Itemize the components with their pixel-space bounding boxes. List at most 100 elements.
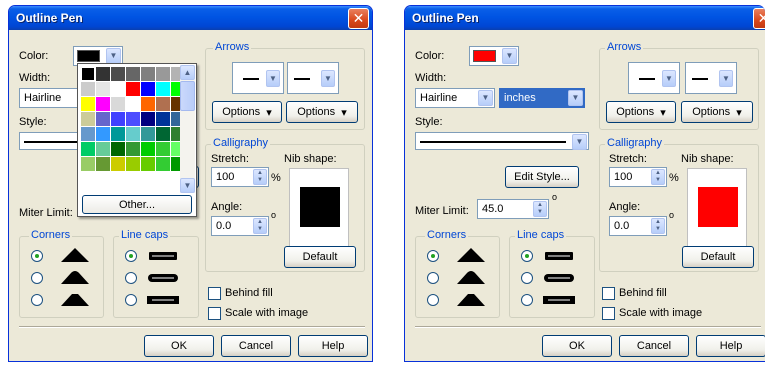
palette-swatch[interactable]: [156, 67, 170, 81]
spinner-icon[interactable]: ▲ ▼: [651, 169, 665, 185]
help-button[interactable]: Help: [298, 335, 368, 357]
cap-square-radio[interactable]: [125, 294, 137, 306]
palette-swatch[interactable]: [126, 97, 140, 111]
palette-swatch[interactable]: [96, 67, 110, 81]
palette-swatch[interactable]: [81, 127, 95, 141]
corner-bevel-radio[interactable]: [31, 294, 43, 306]
end-arrow-options-button[interactable]: Options ▾: [286, 101, 358, 123]
palette-swatch[interactable]: [141, 82, 155, 96]
nib-shape-preview[interactable]: [289, 168, 349, 252]
miter-limit-input[interactable]: 45.0 ▲ ▼: [477, 199, 549, 219]
palette-swatch[interactable]: [81, 112, 95, 126]
palette-swatch[interactable]: [111, 142, 125, 156]
default-button[interactable]: Default: [284, 246, 356, 268]
palette-scrollbar[interactable]: ▲ ▼: [180, 65, 195, 193]
title-bar[interactable]: Outline Pen ✕: [405, 6, 765, 30]
palette-swatch[interactable]: [126, 112, 140, 126]
palette-swatch[interactable]: [81, 142, 95, 156]
start-arrow-select[interactable]: ▼: [232, 62, 284, 94]
palette-swatch[interactable]: [156, 142, 170, 156]
palette-swatch[interactable]: [126, 157, 140, 171]
palette-swatch[interactable]: [141, 127, 155, 141]
chevron-down-icon[interactable]: ▼: [106, 48, 121, 64]
end-arrow-select[interactable]: ▼: [287, 62, 339, 94]
corner-round-radio[interactable]: [31, 272, 43, 284]
stretch-input[interactable]: 100 ▲ ▼: [609, 167, 667, 187]
chevron-down-icon[interactable]: ▼: [502, 48, 517, 64]
chevron-down-icon[interactable]: ▼: [719, 70, 733, 87]
ok-button[interactable]: OK: [144, 335, 214, 357]
palette-swatch[interactable]: [96, 97, 110, 111]
corner-round-radio[interactable]: [427, 272, 439, 284]
scroll-thumb[interactable]: [180, 81, 195, 111]
chevron-down-icon[interactable]: ▼: [662, 70, 676, 87]
palette-swatch[interactable]: [141, 97, 155, 111]
spinner-icon[interactable]: ▲ ▼: [651, 218, 665, 234]
close-button[interactable]: ✕: [348, 8, 369, 29]
cap-square-radio[interactable]: [521, 294, 533, 306]
palette-swatch[interactable]: [141, 67, 155, 81]
palette-swatch[interactable]: [156, 127, 170, 141]
palette-swatch[interactable]: [141, 112, 155, 126]
scale-with-image-checkbox[interactable]: [208, 307, 221, 320]
palette-swatch[interactable]: [96, 142, 110, 156]
palette-swatch[interactable]: [81, 82, 95, 96]
cap-butt-radio[interactable]: [125, 250, 137, 262]
palette-swatch[interactable]: [111, 67, 125, 81]
palette-swatch[interactable]: [156, 112, 170, 126]
cancel-button[interactable]: Cancel: [221, 335, 291, 357]
palette-swatch[interactable]: [141, 142, 155, 156]
nib-shape-preview[interactable]: [687, 168, 747, 252]
color-picker[interactable]: ▼: [469, 46, 519, 66]
cap-butt-radio[interactable]: [521, 250, 533, 262]
width-select[interactable]: Hairline: [19, 88, 81, 108]
chevron-down-icon[interactable]: ▼: [321, 70, 335, 87]
palette-swatch[interactable]: [96, 82, 110, 96]
close-button[interactable]: ✕: [753, 8, 765, 29]
end-arrow-select[interactable]: ▼: [685, 62, 737, 94]
start-arrow-options-button[interactable]: Options ▾: [212, 101, 282, 123]
palette-swatch[interactable]: [81, 67, 95, 81]
chevron-down-icon[interactable]: ▼: [478, 90, 493, 106]
spinner-icon[interactable]: ▲ ▼: [253, 169, 267, 185]
cap-round-radio[interactable]: [521, 272, 533, 284]
angle-input[interactable]: 0.0 ▲ ▼: [211, 216, 269, 236]
palette-swatch[interactable]: [126, 82, 140, 96]
edit-style-button[interactable]: Edit Style...: [505, 166, 579, 188]
corner-miter-radio[interactable]: [31, 250, 43, 262]
title-bar[interactable]: Outline Pen ✕: [9, 6, 372, 30]
behind-fill-checkbox[interactable]: [208, 287, 221, 300]
corner-bevel-radio[interactable]: [427, 294, 439, 306]
palette-swatch[interactable]: [111, 82, 125, 96]
palette-swatch[interactable]: [81, 97, 95, 111]
spinner-icon[interactable]: ▲ ▼: [253, 218, 267, 234]
scroll-up-icon[interactable]: ▲: [180, 65, 195, 80]
palette-swatch[interactable]: [126, 67, 140, 81]
palette-swatch[interactable]: [81, 157, 95, 171]
cap-round-radio[interactable]: [125, 272, 137, 284]
width-select[interactable]: Hairline ▼: [415, 88, 495, 108]
scroll-down-icon[interactable]: ▼: [180, 178, 195, 193]
chevron-down-icon[interactable]: ▼: [572, 134, 587, 150]
chevron-down-icon[interactable]: ▼: [266, 70, 280, 87]
scale-with-image-checkbox[interactable]: [602, 307, 615, 320]
palette-swatch[interactable]: [141, 157, 155, 171]
palette-swatch[interactable]: [156, 157, 170, 171]
palette-swatch[interactable]: [111, 157, 125, 171]
palette-swatch[interactable]: [156, 82, 170, 96]
chevron-down-icon[interactable]: ▼: [568, 90, 583, 106]
palette-swatch[interactable]: [111, 127, 125, 141]
ok-button[interactable]: OK: [542, 335, 612, 357]
start-arrow-select[interactable]: ▼: [628, 62, 680, 94]
units-select[interactable]: inches ▼: [499, 88, 585, 108]
help-button[interactable]: Help: [696, 335, 765, 357]
angle-input[interactable]: 0.0 ▲ ▼: [609, 216, 667, 236]
corner-miter-radio[interactable]: [427, 250, 439, 262]
end-arrow-options-button[interactable]: Options ▾: [681, 101, 753, 123]
start-arrow-options-button[interactable]: Options ▾: [606, 101, 676, 123]
palette-swatch[interactable]: [111, 112, 125, 126]
palette-swatch[interactable]: [96, 127, 110, 141]
palette-swatch[interactable]: [96, 157, 110, 171]
palette-swatch[interactable]: [126, 142, 140, 156]
spinner-icon[interactable]: ▲ ▼: [533, 201, 547, 217]
